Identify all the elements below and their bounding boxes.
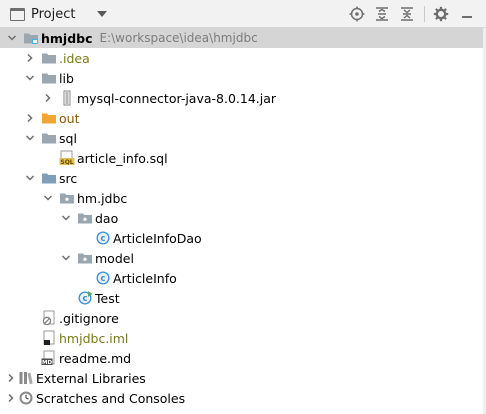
jar-icon (59, 90, 75, 106)
tree-item-label: readme.md (59, 350, 132, 366)
tree-item-label: hmjdbc (41, 30, 93, 46)
tree-item-label: Scratches and Consoles (36, 390, 186, 406)
module-path: E:\workspace\idea\hmjdbc (99, 31, 258, 45)
gitignore-file-icon (41, 310, 57, 326)
tree-item-sql[interactable]: sql (0, 128, 486, 148)
java-class-icon: c (95, 230, 111, 246)
tree-item-label: article_info.sql (77, 150, 168, 166)
java-main-class-icon: c (77, 290, 93, 306)
tree-item-label: lib (59, 70, 74, 86)
panel-title: Project (31, 6, 76, 22)
libraries-icon (18, 370, 34, 386)
chevron-down-icon[interactable] (5, 28, 19, 48)
chevron-down-icon[interactable] (23, 68, 37, 88)
tree-item-label: mysql-connector-java-8.0.14.jar (77, 90, 277, 106)
tree-item-out[interactable]: out (0, 108, 486, 128)
tree-item-external-libraries[interactable]: External Libraries (0, 368, 486, 388)
project-view-selector[interactable]: Project (10, 4, 108, 24)
chevron-right-icon[interactable] (23, 48, 37, 68)
excluded-folder-icon (41, 110, 57, 126)
svg-text:MD: MD (42, 360, 52, 366)
chevron-right-icon[interactable] (4, 388, 18, 408)
chevron-down-icon[interactable] (59, 208, 73, 228)
markdown-file-icon: MD (41, 350, 57, 366)
scratches-icon (18, 390, 34, 406)
locate-icon[interactable] (348, 5, 366, 23)
chevron-down-icon[interactable] (41, 188, 55, 208)
tree-item-hmjdbc[interactable]: hmjdbc E:\workspace\idea\hmjdbc (0, 28, 486, 48)
project-window-icon (10, 7, 25, 21)
toolbar-separator (424, 6, 425, 22)
svg-text:c: c (100, 234, 105, 244)
chevron-right-icon[interactable] (4, 368, 18, 388)
tree-item-model[interactable]: model (0, 248, 486, 268)
chevron-down-icon[interactable] (59, 248, 73, 268)
sql-file-icon: SQL (59, 150, 75, 166)
tree-item-label: Test (95, 290, 120, 306)
chevron-down-icon[interactable] (23, 168, 37, 188)
hide-icon[interactable] (458, 5, 476, 23)
tree-item-jar[interactable]: mysql-connector-java-8.0.14.jar (0, 88, 486, 108)
collapse-all-icon[interactable] (398, 5, 416, 23)
chevron-down-icon[interactable] (97, 11, 108, 17)
tree-item-label: out (59, 110, 80, 126)
tree-item-scratches[interactable]: Scratches and Consoles (0, 388, 486, 408)
expand-all-icon[interactable] (373, 5, 391, 23)
tree-item-label: model (95, 250, 134, 266)
tree-item-label: dao (95, 210, 119, 226)
tree-item-article-info-dao[interactable]: c ArticleInfoDao (0, 228, 486, 248)
svg-text:c: c (100, 274, 105, 284)
tree-item-label: hmjdbc.iml (59, 330, 129, 346)
iml-file-icon (41, 330, 57, 346)
package-icon (77, 250, 93, 266)
module-folder-icon (23, 30, 39, 46)
tree-item-hm-jdbc[interactable]: hm.jdbc (0, 188, 486, 208)
svg-text:SQL: SQL (60, 159, 73, 166)
svg-text:c: c (82, 294, 87, 304)
folder-icon (41, 50, 57, 66)
tree-item-hmjdbc-iml[interactable]: hmjdbc.iml (0, 328, 486, 348)
tree-item-label: ArticleInfo (113, 270, 177, 286)
tree-item-label: sql (59, 130, 77, 146)
package-icon (59, 190, 75, 206)
tree-item-label: .idea (59, 50, 90, 66)
source-folder-icon (41, 170, 57, 186)
tree-item-readme[interactable]: MD readme.md (0, 348, 486, 368)
tree-item-dao[interactable]: dao (0, 208, 486, 228)
tree-item-article-info-sql[interactable]: SQL article_info.sql (0, 148, 486, 168)
folder-icon (41, 130, 57, 146)
folder-icon (41, 70, 57, 86)
chevron-right-icon[interactable] (41, 88, 55, 108)
tree-item-src[interactable]: src (0, 168, 486, 188)
package-icon (77, 210, 93, 226)
chevron-right-icon[interactable] (23, 108, 37, 128)
project-panel-header: Project (0, 0, 486, 28)
tree-item-label: src (59, 170, 78, 186)
tree-item-label: External Libraries (36, 370, 146, 386)
tree-item-label: .gitignore (59, 310, 119, 326)
tree-item-idea[interactable]: .idea (0, 48, 486, 68)
gear-icon[interactable] (432, 5, 450, 23)
tree-item-gitignore[interactable]: .gitignore (0, 308, 486, 328)
tree-item-label: ArticleInfoDao (113, 230, 202, 246)
tree-item-lib[interactable]: lib (0, 68, 486, 88)
chevron-down-icon[interactable] (23, 128, 37, 148)
java-class-icon: c (95, 270, 111, 286)
tree-item-test[interactable]: c Test (0, 288, 486, 308)
tree-item-label: hm.jdbc (77, 190, 128, 206)
tree-item-article-info[interactable]: c ArticleInfo (0, 268, 486, 288)
